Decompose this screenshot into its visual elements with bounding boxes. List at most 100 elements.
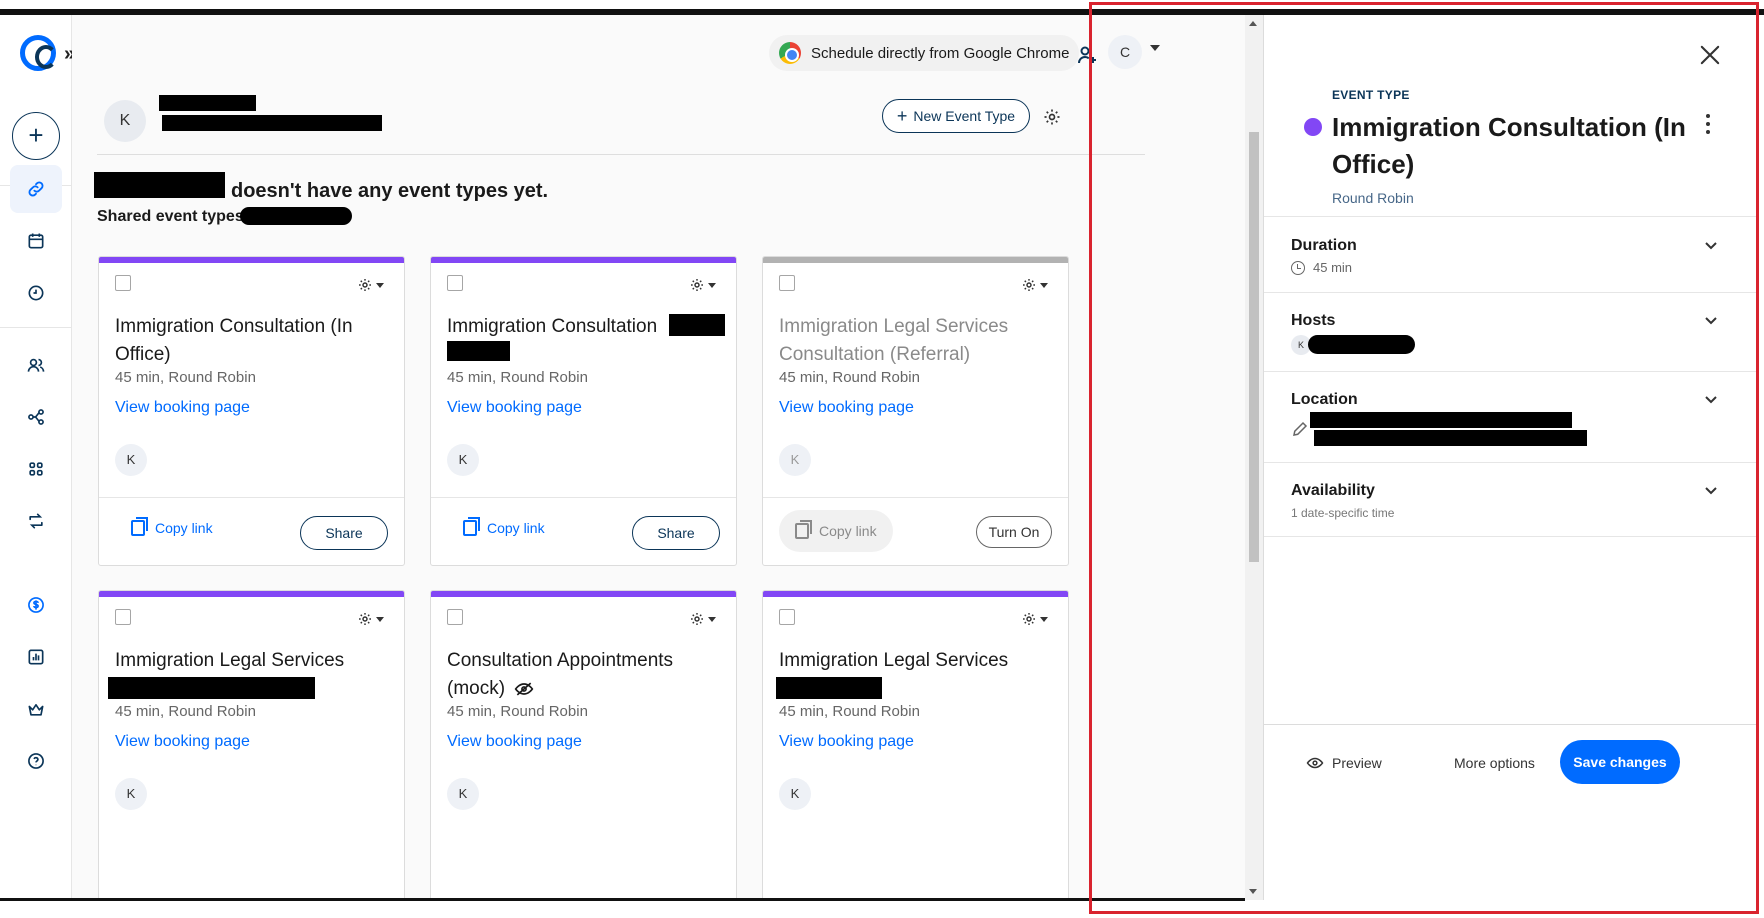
people-icon: [27, 358, 45, 372]
gear-icon[interactable]: [1042, 107, 1062, 127]
apps-icon: [29, 462, 43, 476]
chrome-icon: [779, 42, 801, 64]
event-meta: 45 min, Round Robin: [115, 703, 256, 720]
view-booking-page-link[interactable]: View booking page: [779, 733, 914, 751]
host-avatar: K: [447, 778, 479, 810]
card-color-bar: [431, 591, 736, 597]
nav-admin[interactable]: [10, 685, 62, 733]
invite-user-icon[interactable]: [1075, 43, 1099, 67]
view-booking-page-link[interactable]: View booking page: [447, 733, 582, 751]
view-booking-page-link[interactable]: View booking page: [779, 399, 914, 417]
card-checkbox[interactable]: [447, 609, 463, 625]
availability-value: 1 date-specific time: [1291, 506, 1395, 520]
nav-integrations[interactable]: [10, 445, 62, 493]
card-checkbox[interactable]: [779, 609, 795, 625]
turn-on-button[interactable]: Turn On: [976, 516, 1052, 548]
redacted-team-name: [94, 172, 225, 198]
event-card[interactable]: Immigration Consultation 45 min, Round R…: [430, 256, 737, 566]
nav-scheduling[interactable]: [10, 165, 62, 213]
nav-availability[interactable]: [10, 269, 62, 317]
link-icon: [28, 181, 44, 197]
card-settings-menu[interactable]: [689, 275, 719, 295]
chevron-down-icon: [376, 282, 384, 288]
new-event-type-button[interactable]: + New Event Type: [882, 99, 1030, 133]
shared-event-types-label: Shared event types: [97, 208, 244, 225]
redacted-location-line: [1314, 430, 1587, 446]
copy-link-button[interactable]: Copy link: [779, 510, 893, 552]
nav-routing[interactable]: [10, 497, 62, 545]
card-color-bar: [99, 257, 404, 263]
view-booking-page-link[interactable]: View booking page: [115, 733, 250, 751]
card-footer: Copy link Share: [99, 497, 404, 565]
create-button[interactable]: +: [12, 112, 60, 160]
clock-icon: [28, 285, 44, 301]
event-card[interactable]: Immigration Consultation (In Office) 45 …: [98, 256, 405, 566]
save-changes-button[interactable]: Save changes: [1560, 740, 1680, 784]
chevron-down-icon[interactable]: [1704, 486, 1718, 496]
redacted-title-part: [669, 314, 725, 336]
more-options-button[interactable]: More options: [1454, 755, 1535, 771]
calendly-logo[interactable]: [20, 35, 57, 71]
card-color-bar: [763, 257, 1068, 263]
nav-upgrade[interactable]: [10, 581, 62, 629]
event-title: Immigration Legal Services: [115, 650, 345, 671]
card-settings-menu[interactable]: [357, 609, 387, 629]
host-avatar: K: [779, 778, 811, 810]
card-checkbox[interactable]: [115, 609, 131, 625]
redacted-team-badge: [240, 207, 352, 225]
empty-state-message: doesn't have any event types yet.: [231, 180, 549, 202]
event-card[interactable]: Immigration Legal Services 45 min, Round…: [98, 590, 405, 900]
eye-slash-icon: [515, 682, 534, 696]
panel-footer: Preview More options Save changes: [1264, 724, 1758, 815]
share-button[interactable]: Share: [300, 516, 388, 550]
scrollbar-thumb[interactable]: [1249, 132, 1259, 562]
event-card[interactable]: Immigration Legal Services 45 min, Round…: [762, 590, 1069, 900]
nav-meetings[interactable]: [10, 217, 62, 265]
gear-icon: [691, 279, 703, 291]
copy-link-button[interactable]: Copy link: [463, 517, 545, 536]
chrome-extension-prompt[interactable]: Schedule directly from Google Chrome: [769, 35, 1080, 71]
share-button[interactable]: Share: [632, 516, 720, 550]
section-title: Location: [1291, 391, 1358, 408]
event-meta: 45 min, Round Robin: [779, 703, 920, 720]
copy-link-button[interactable]: Copy link: [131, 517, 213, 536]
nav-help[interactable]: [10, 737, 62, 785]
gear-icon: [1023, 279, 1035, 291]
nav-workflows[interactable]: [10, 393, 62, 441]
preview-button[interactable]: Preview: [1306, 755, 1382, 771]
hosts-section[interactable]: Hosts K: [1264, 292, 1758, 371]
nav-contacts[interactable]: [10, 341, 62, 389]
chevron-down-icon[interactable]: [1704, 241, 1718, 251]
user-avatar[interactable]: C: [1108, 35, 1142, 69]
routing-icon: [29, 513, 43, 529]
nav-analytics[interactable]: [10, 633, 62, 681]
card-footer: Copy link Turn On: [763, 497, 1068, 565]
chevron-down-icon[interactable]: [1704, 395, 1718, 405]
close-icon[interactable]: [1696, 41, 1724, 69]
card-settings-menu[interactable]: [1021, 609, 1051, 629]
card-checkbox[interactable]: [115, 275, 131, 291]
card-settings-menu[interactable]: [1021, 275, 1051, 295]
card-settings-menu[interactable]: [689, 609, 719, 629]
gear-icon: [359, 613, 371, 625]
scroll-down-arrow-icon[interactable]: [1249, 889, 1257, 894]
card-color-bar: [763, 591, 1068, 597]
duration-section[interactable]: Duration 45 min: [1264, 216, 1758, 292]
scroll-up-arrow-icon[interactable]: [1249, 21, 1257, 26]
card-checkbox[interactable]: [447, 275, 463, 291]
card-checkbox[interactable]: [779, 275, 795, 291]
view-booking-page-link[interactable]: View booking page: [115, 399, 250, 417]
event-type-side-panel: EVENT TYPE Immigration Consultation (In …: [1263, 15, 1758, 900]
chevron-down-icon[interactable]: [1704, 316, 1718, 326]
event-card-disabled[interactable]: Immigration Legal Services Consultation …: [762, 256, 1069, 566]
section-title: Availability: [1291, 482, 1375, 499]
host-avatar: K: [115, 444, 147, 476]
more-vertical-icon[interactable]: [1704, 113, 1712, 135]
chevron-down-icon[interactable]: [1150, 45, 1160, 51]
event-card[interactable]: Consultation Appointments (mock) 45 min,…: [430, 590, 737, 900]
availability-section[interactable]: Availability 1 date-specific time: [1264, 462, 1758, 537]
location-section[interactable]: Location: [1264, 371, 1758, 462]
card-settings-menu[interactable]: [357, 275, 387, 295]
duration-value: 45 min: [1291, 260, 1352, 275]
view-booking-page-link[interactable]: View booking page: [447, 399, 582, 417]
